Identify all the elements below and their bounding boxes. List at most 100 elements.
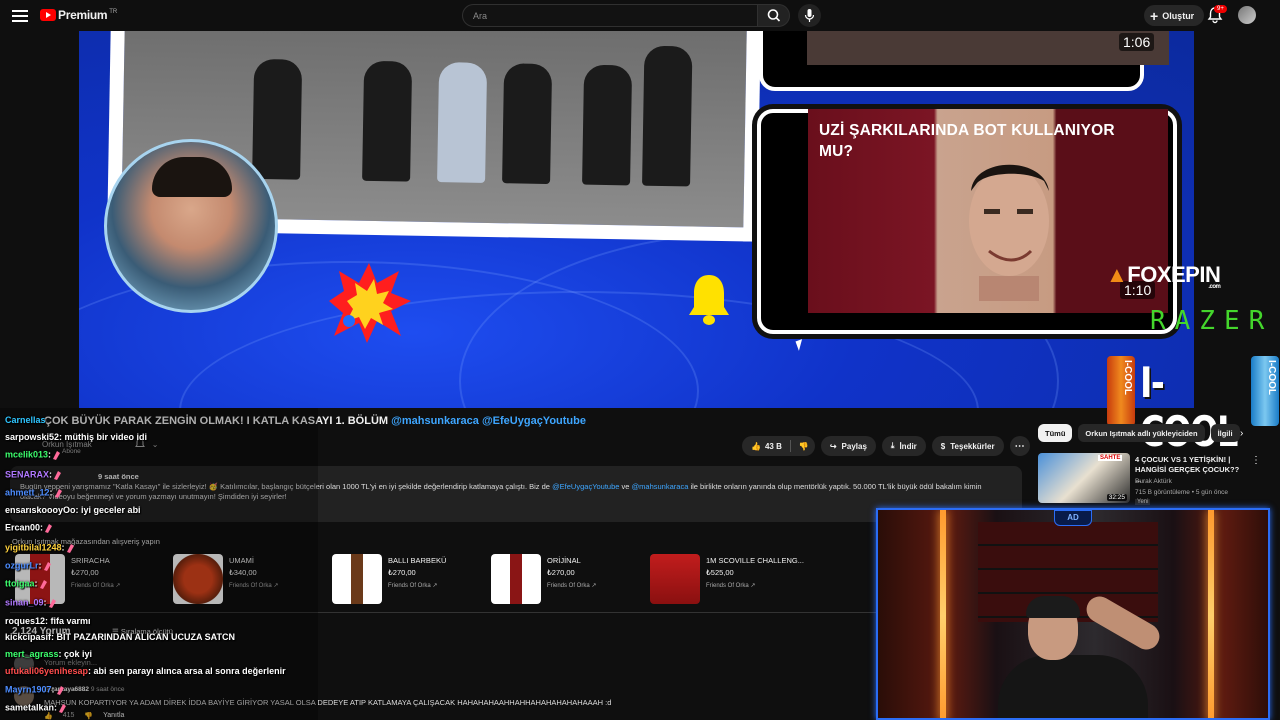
chat-username[interactable]: ahmett_12: [5, 487, 50, 497]
chat-message: ensarıskoooyOo: iyi geceler abi: [5, 505, 141, 515]
pink-emote-icon: [57, 702, 68, 714]
chat-username[interactable]: ttoigaa: [5, 578, 35, 588]
chat-message: SENARAX:: [5, 469, 63, 481]
pink-emote-icon: [53, 487, 64, 499]
recommended-channel[interactable]: Burak Aktürk: [1135, 478, 1172, 485]
menu-icon[interactable]: [12, 7, 28, 23]
chat-username[interactable]: roques12: [5, 616, 45, 626]
chip-all[interactable]: Tümü: [1038, 424, 1073, 442]
description-mention-link[interactable]: @mahsunkaraca: [632, 482, 689, 491]
chat-message: kickcipasif: BİT PAZARINDAN ALICAN UCUZA…: [5, 632, 235, 642]
chat-username[interactable]: mcelik013: [5, 449, 48, 459]
chat-username[interactable]: mert_agrass: [5, 649, 59, 659]
top-bar: Premium TR Ara + Oluştur 9+: [0, 0, 1280, 31]
chat-text: : müthiş bir video idi: [59, 432, 148, 442]
plus-icon: +: [1150, 7, 1159, 24]
chat-text: : fifa varmı: [45, 616, 91, 626]
product-name: ORİJİNAL: [547, 556, 581, 565]
end-card-face-graphic: [969, 164, 1049, 301]
chevron-right-icon[interactable]: ›: [1240, 428, 1243, 439]
chat-username[interactable]: Ercan00: [5, 522, 40, 532]
person-figure: [582, 64, 633, 186]
chat-username[interactable]: kickcipasif: [5, 632, 51, 642]
like-dislike-button[interactable]: 👍 43 B 👎: [742, 436, 815, 456]
download-button[interactable]: ⤓ İndir: [881, 436, 926, 456]
recommended-duration: 32:25: [1106, 494, 1127, 501]
chat-username[interactable]: Mayrn1907: [5, 684, 52, 694]
product-seller: Friends Of Orka ↗: [547, 583, 597, 589]
chat-username[interactable]: sinan_09: [5, 597, 44, 607]
pink-emote-icon: [65, 542, 76, 554]
share-icon: ↪: [829, 441, 837, 451]
pink-emote-icon: [55, 684, 66, 696]
video-title-mentions[interactable]: @mahsunkaraca @EfeUygaçYoutube: [391, 415, 586, 427]
like-count: 43 B: [764, 441, 782, 451]
chip-related[interactable]: İlgili: [1210, 424, 1240, 442]
video-player[interactable]: 1:06 UZİ ŞARKILARINDA BOT KULLANIYOR MU?…: [79, 31, 1194, 408]
chat-username[interactable]: Carnellas: [5, 415, 46, 425]
related-chips: Tümü Orkun Işıtmak adlı yükleyiciden İlg…: [1038, 424, 1240, 444]
more-vert-icon[interactable]: ⋮: [1251, 455, 1261, 466]
sponsor-foxepin-logo: ▲FOXEPIN .com: [1106, 262, 1221, 290]
streamer-webcam: AD: [876, 508, 1270, 720]
thumbs-down-icon: 👎: [798, 441, 809, 451]
person-figure: [362, 60, 413, 182]
product-name: BALLI BARBEKÜ: [388, 556, 447, 565]
product-card[interactable]: 1M SCOVILLE CHALLENG... ₺525,00 Friends …: [650, 554, 804, 606]
chat-username[interactable]: sametalkan: [5, 702, 54, 712]
chat-text: : BİT PAZARINDAN ALICAN UCUZA SATCN: [51, 632, 236, 642]
youtube-logo[interactable]: Premium TR: [40, 8, 117, 22]
description-mention-link[interactable]: @EfeUygaçYoutube: [552, 482, 619, 491]
chat-text: : çok iyi: [58, 649, 93, 659]
notifications-badge: 9+: [1214, 5, 1227, 13]
end-card-thumbnail-top: [807, 31, 1169, 65]
download-label: İndir: [899, 441, 917, 451]
description-text: ve: [621, 482, 630, 491]
chat-message: Carnellas: [5, 415, 46, 425]
explosion-graphic: [329, 263, 411, 343]
streamer-body: [998, 655, 1148, 718]
streamer-figure: [998, 591, 1165, 718]
chat-message: sarpowski52: müthiş bir video idi: [5, 432, 147, 442]
create-label: Oluştur: [1162, 10, 1195, 21]
product-price: ₺270,00: [388, 568, 416, 577]
more-actions-icon[interactable]: ⋯: [1009, 436, 1030, 456]
chat-message: sametalkan:: [5, 702, 68, 714]
logo-text: Premium: [58, 8, 108, 22]
share-button[interactable]: ↪ Paylaş: [820, 436, 876, 456]
end-card-title: UZİ ŞARKILARINDA BOT KULLANIYOR MU?: [819, 122, 1115, 160]
account-avatar[interactable]: [1238, 6, 1256, 24]
person-figure: [437, 62, 488, 183]
search-input[interactable]: Ara: [462, 4, 758, 27]
chat-username[interactable]: ufukali06yenihesap: [5, 666, 88, 676]
led-strip: [940, 510, 946, 718]
product-card[interactable]: ORİJİNAL ₺270,00 Friends Of Orka ↗: [491, 554, 641, 606]
chat-username[interactable]: ensarıskoooyOo: [5, 505, 76, 515]
chip-from-uploader[interactable]: Orkun Işıtmak adlı yükleyiciden: [1078, 424, 1205, 442]
product-price: ₺270,00: [547, 568, 575, 577]
chat-message: Ercan00:: [5, 522, 54, 534]
chat-username[interactable]: ozgurLr: [5, 560, 39, 570]
energy-can-left: I-COOL: [1107, 356, 1135, 426]
recommended-thumbnail[interactable]: SAHTE 32:25: [1038, 453, 1130, 503]
voice-search-button[interactable]: [798, 4, 821, 27]
pink-emote-icon: [38, 578, 49, 590]
thanks-label: Teşekkürler: [950, 441, 995, 451]
youtube-play-icon: [40, 9, 56, 21]
can-label: I-COOL: [1122, 360, 1133, 395]
chat-message: ozgurLr:: [5, 560, 53, 572]
search-button[interactable]: [757, 4, 790, 27]
sponsor-razer-logo: RAZER: [1150, 306, 1274, 336]
chat-username[interactable]: SENARAX: [5, 469, 49, 479]
chat-username[interactable]: yigitbilal1248: [5, 542, 62, 552]
thanks-button[interactable]: $ Teşekkürler: [931, 436, 1004, 456]
led-strip: [1208, 510, 1214, 718]
chat-text: : iyi geceler abi: [75, 505, 141, 515]
product-seller: Friends Of Orka ↗: [706, 583, 756, 589]
chat-username[interactable]: sarpowski52: [5, 432, 59, 442]
can-label: I-COOL: [1266, 360, 1277, 395]
chat-message: mcelik013:: [5, 449, 62, 461]
create-button[interactable]: + Oluştur: [1144, 5, 1205, 26]
product-card[interactable]: BALLI BARBEKÜ ₺270,00 Friends Of Orka ↗: [332, 554, 482, 606]
product-name: 1M SCOVILLE CHALLENG...: [706, 556, 804, 565]
